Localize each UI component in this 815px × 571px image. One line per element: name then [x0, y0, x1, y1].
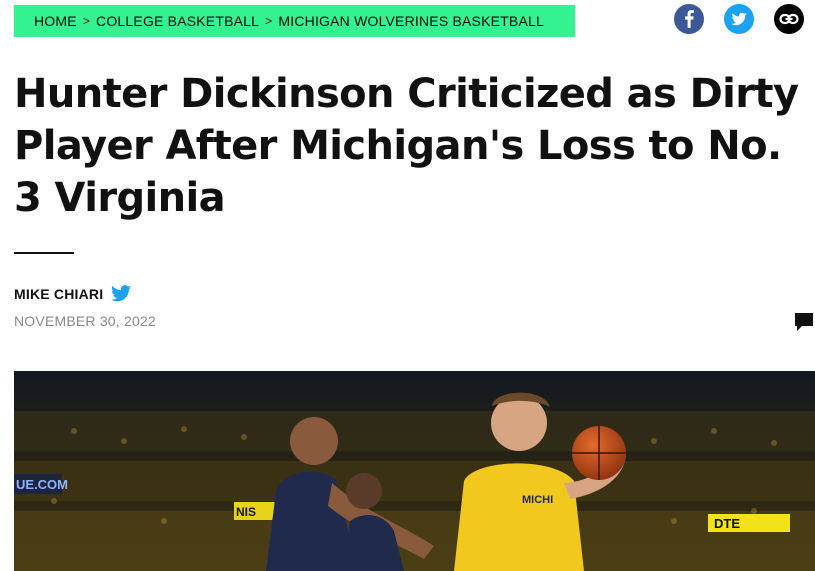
- link-icon: [779, 13, 799, 25]
- author-name[interactable]: MIKE CHIARI: [14, 286, 103, 302]
- breadcrumb-separator: >: [82, 14, 91, 28]
- title-divider: [14, 252, 74, 254]
- arena-sign-left: UE.COM: [16, 477, 68, 492]
- jersey-text: MICHI: [522, 494, 553, 506]
- arena-sign-right: DTE: [714, 516, 740, 531]
- byline: MIKE CHIARI: [14, 285, 132, 302]
- breadcrumb-michigan-wolverines-basketball[interactable]: MICHIGAN WOLVERINES BASKETBALL: [278, 13, 544, 29]
- arena-sign-mid: NIS: [236, 505, 256, 519]
- breadcrumb: HOME > COLLEGE BASKETBALL > MICHIGAN WOL…: [14, 5, 575, 37]
- hero-image: UE.COM NIS DTE MICHI: [14, 371, 815, 571]
- article-title: Hunter Dickinson Criticized as Dirty Pla…: [14, 71, 799, 221]
- breadcrumb-college-basketball[interactable]: COLLEGE BASKETBALL: [96, 13, 259, 29]
- basketball-photo: UE.COM NIS DTE MICHI: [14, 371, 815, 571]
- twitter-icon: [731, 12, 747, 26]
- author-twitter-icon[interactable]: [111, 285, 132, 302]
- breadcrumb-separator: >: [265, 14, 273, 28]
- comment-icon[interactable]: [793, 311, 815, 333]
- copy-link-button[interactable]: [774, 4, 804, 34]
- twitter-share-button[interactable]: [724, 4, 754, 34]
- breadcrumb-home[interactable]: HOME: [34, 13, 77, 29]
- publish-date: NOVEMBER 30, 2022: [14, 313, 156, 329]
- facebook-icon: [685, 10, 694, 28]
- share-buttons: [674, 4, 804, 34]
- facebook-share-button[interactable]: [674, 4, 704, 34]
